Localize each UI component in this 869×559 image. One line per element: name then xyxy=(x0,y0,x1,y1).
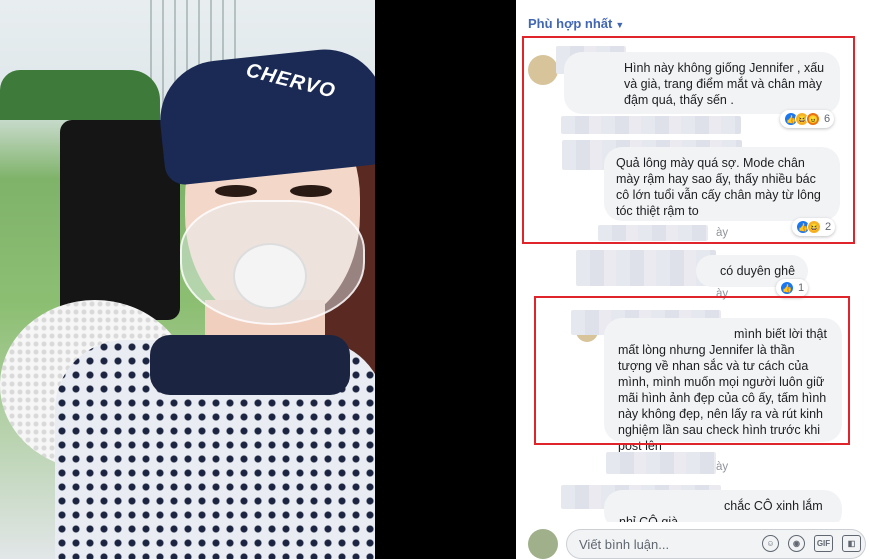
trees xyxy=(0,70,160,120)
camera-icon[interactable]: ◉ xyxy=(788,535,805,552)
highlight-box xyxy=(534,296,850,445)
comment-input-placeholder: Viết bình luận... xyxy=(579,537,670,552)
reaction-count: 1 xyxy=(798,282,805,294)
comments-panel: Phù hợp nhất ▼ Hình này không giống Jenni… xyxy=(516,0,869,559)
divider-strip xyxy=(375,0,516,559)
caret-down-icon: ▼ xyxy=(615,20,625,30)
like-icon: 👍 xyxy=(780,281,794,295)
composer-actions: ☺ ◉ GIF ◧ xyxy=(762,535,861,552)
right-eye xyxy=(290,185,332,197)
comment-composer: Viết bình luận... ☺ ◉ GIF ◧ xyxy=(516,522,869,559)
sort-label: Phù hợp nhất xyxy=(528,16,613,31)
golf-bag xyxy=(60,120,180,320)
emoji-icon[interactable]: ☺ xyxy=(762,535,779,552)
blurred-reply-name xyxy=(576,250,716,286)
reaction-summary[interactable]: 👍 1 xyxy=(776,279,809,297)
gif-icon[interactable]: GIF xyxy=(814,535,833,552)
gif-icon-label: GIF xyxy=(816,539,831,548)
shirt-collar xyxy=(150,335,350,395)
post-photo[interactable]: CHERVO xyxy=(0,0,375,559)
timestamp[interactable]: ày xyxy=(716,461,728,473)
sticker-icon[interactable]: ◧ xyxy=(842,535,861,552)
left-eye xyxy=(215,185,257,197)
blurred-actions xyxy=(606,452,716,474)
reply-text: có duyên ghê xyxy=(720,264,796,278)
my-avatar[interactable] xyxy=(528,529,558,559)
highlight-box xyxy=(522,36,855,244)
comment-sort-dropdown[interactable]: Phù hợp nhất ▼ xyxy=(528,16,624,31)
mask-valve xyxy=(235,245,305,307)
screen: CHERVO Phù hợp nhất ▼ Hình này không giốn… xyxy=(0,0,869,559)
